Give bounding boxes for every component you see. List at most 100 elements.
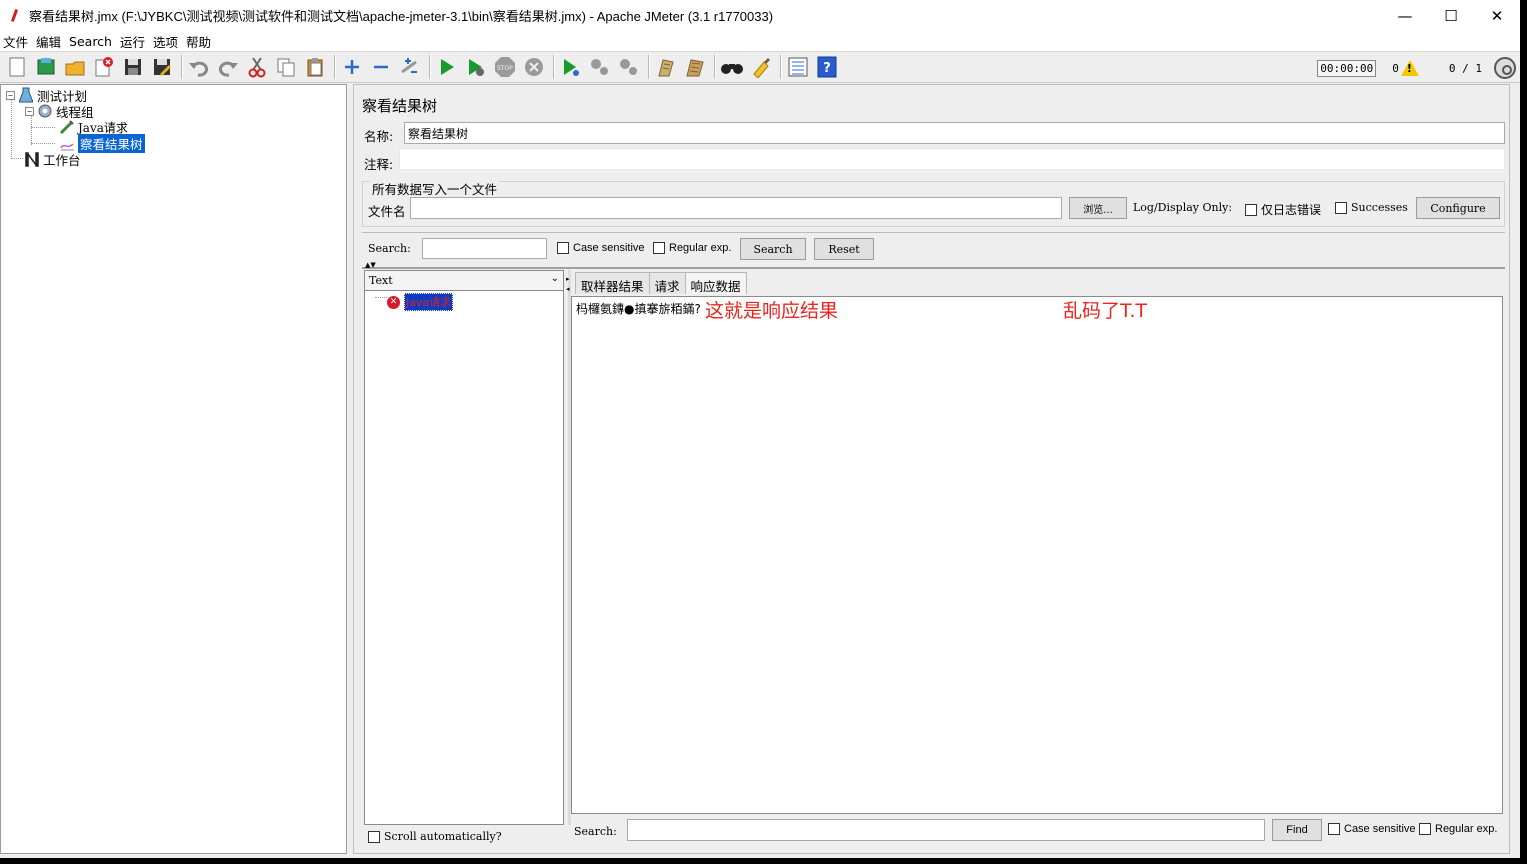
checkbox-box[interactable]	[1328, 823, 1340, 835]
find-button[interactable]: Find	[1272, 819, 1322, 841]
collapse-toggle[interactable]: −	[25, 106, 34, 116]
errors-only-checkbox[interactable]: 仅日志错误	[1245, 201, 1321, 218]
function-helper-icon[interactable]	[785, 54, 811, 80]
save-icon[interactable]	[120, 54, 146, 80]
reset-button[interactable]: Reset	[814, 238, 874, 260]
workbench-icon	[24, 151, 40, 167]
checkbox-box[interactable]	[368, 830, 380, 843]
shutdown-icon[interactable]	[521, 54, 547, 80]
remote-shutdown-icon[interactable]	[616, 54, 642, 80]
result-item[interactable]: ✕ Java请求	[387, 293, 454, 311]
regular-exp-label: Regular exp.	[1435, 823, 1498, 835]
case-sensitive-checkbox[interactable]: Case sensitive	[557, 242, 645, 254]
menu-edit[interactable]: 编辑	[36, 32, 61, 51]
collapse-toggle[interactable]: −	[6, 90, 15, 100]
split-arrows-icon[interactable]: ◂	[566, 285, 570, 293]
menu-run[interactable]: 运行	[120, 32, 145, 51]
warning-count: 0	[1392, 61, 1399, 75]
minimize-button[interactable]: —	[1382, 0, 1428, 31]
successes-checkbox[interactable]: Successes	[1335, 201, 1408, 214]
error-status-icon: ✕	[387, 295, 400, 309]
run-status: 00:00:00 0 0 / 1	[1317, 55, 1516, 81]
result-item-label: Java请求	[404, 293, 454, 311]
tab-sampler-result[interactable]: 取样器结果	[575, 272, 650, 294]
undo-icon[interactable]	[186, 54, 212, 80]
split-arrows-icon[interactable]: ▲▼	[365, 261, 376, 269]
scroll-automatically-checkbox[interactable]: Scroll automatically?	[368, 830, 502, 843]
tree-item-thread-group[interactable]: − 线程组	[25, 103, 94, 120]
toolbar: STOP ? 00:00:00 0 0 / 1	[0, 51, 1520, 83]
checkbox-box[interactable]	[1335, 201, 1347, 214]
clear-all-icon[interactable]	[682, 54, 708, 80]
open-icon[interactable]	[62, 54, 88, 80]
menu-options[interactable]: 选项	[153, 32, 178, 51]
comment-field[interactable]	[399, 148, 1505, 170]
menu-search[interactable]: Search	[69, 34, 112, 49]
split-divider[interactable]	[362, 267, 1505, 269]
save-as-icon[interactable]	[149, 54, 175, 80]
close-button[interactable]: ✕	[1474, 0, 1520, 31]
clear-icon[interactable]	[653, 54, 679, 80]
tree-connector	[375, 297, 387, 298]
response-data-area[interactable]: 杩欏氨鏄●搷搴旂粨鏋? 这就是响应结果 乱码了T.T	[571, 296, 1503, 814]
pipette-icon	[59, 119, 75, 135]
help-icon[interactable]: ?	[814, 54, 840, 80]
tree-item-workbench[interactable]: 工作台	[21, 151, 81, 168]
new-icon[interactable]	[4, 54, 30, 80]
chevron-down-icon[interactable]: ⌄	[551, 273, 559, 284]
reset-search-icon[interactable]	[748, 54, 774, 80]
close-icon[interactable]	[91, 54, 117, 80]
comment-label: 注释:	[364, 157, 394, 172]
response-regular-exp-checkbox[interactable]: Regular exp.	[1419, 823, 1497, 835]
renderer-select[interactable]: Text ⌄	[365, 271, 563, 291]
title-bar: 察看结果树.jmx (F:\JYBKC\测试视频\测试软件和测试文档\apach…	[0, 0, 1520, 31]
paste-icon[interactable]	[302, 54, 328, 80]
checkbox-box[interactable]	[653, 242, 665, 254]
log-display-only-label: Log/Display Only:	[1133, 201, 1233, 214]
toolbar-separator	[181, 55, 183, 79]
response-case-sensitive-checkbox[interactable]: Case sensitive	[1328, 823, 1416, 835]
jmeter-feather-icon	[9, 9, 21, 23]
regular-exp-checkbox[interactable]: Regular exp.	[653, 242, 731, 254]
tree-connector	[31, 127, 55, 128]
name-label: 名称:	[364, 129, 394, 144]
tab-request[interactable]: 请求	[648, 272, 686, 294]
toolbar-separator	[780, 55, 782, 79]
search-icon[interactable]	[719, 54, 745, 80]
remote-start-icon[interactable]	[558, 54, 584, 80]
warning-icon[interactable]	[1400, 60, 1419, 76]
response-search-input[interactable]	[627, 819, 1265, 841]
expand-icon[interactable]	[339, 54, 365, 80]
collapse-icon[interactable]	[368, 54, 394, 80]
checkbox-box[interactable]	[557, 242, 569, 254]
copy-icon[interactable]	[273, 54, 299, 80]
menu-file[interactable]: 文件	[3, 32, 28, 51]
checkbox-box[interactable]	[1419, 823, 1431, 835]
redo-icon[interactable]	[215, 54, 241, 80]
file-group-title: 所有数据写入一个文件	[370, 179, 500, 198]
divider	[362, 232, 1505, 233]
svg-text:STOP: STOP	[497, 65, 513, 72]
window-title: 察看结果树.jmx (F:\JYBKC\测试视频\测试软件和测试文档\apach…	[29, 9, 774, 24]
gear-icon	[37, 103, 53, 119]
templates-icon[interactable]	[33, 54, 59, 80]
case-sensitive-label: Case sensitive	[573, 242, 645, 254]
configure-button[interactable]: Configure	[1416, 197, 1500, 219]
checkbox-box[interactable]	[1245, 203, 1257, 216]
name-field[interactable]: 察看结果树	[404, 122, 1505, 144]
search-input[interactable]	[422, 238, 547, 259]
stop-icon[interactable]: STOP	[492, 54, 518, 80]
maximize-button[interactable]: ☐	[1428, 0, 1474, 31]
search-label: Search:	[368, 242, 411, 255]
menu-help[interactable]: 帮助	[186, 32, 211, 51]
start-icon[interactable]	[434, 54, 460, 80]
toggle-icon[interactable]	[397, 54, 423, 80]
cut-icon[interactable]	[244, 54, 270, 80]
remote-stop-icon[interactable]	[587, 54, 613, 80]
search-button[interactable]: Search	[740, 238, 806, 260]
start-no-pause-icon[interactable]	[463, 54, 489, 80]
filename-field[interactable]	[410, 197, 1062, 219]
split-arrows-icon[interactable]: ▸	[566, 275, 570, 283]
tab-response-data[interactable]: 响应数据	[684, 272, 747, 294]
browse-button[interactable]: 浏览...	[1069, 197, 1127, 219]
